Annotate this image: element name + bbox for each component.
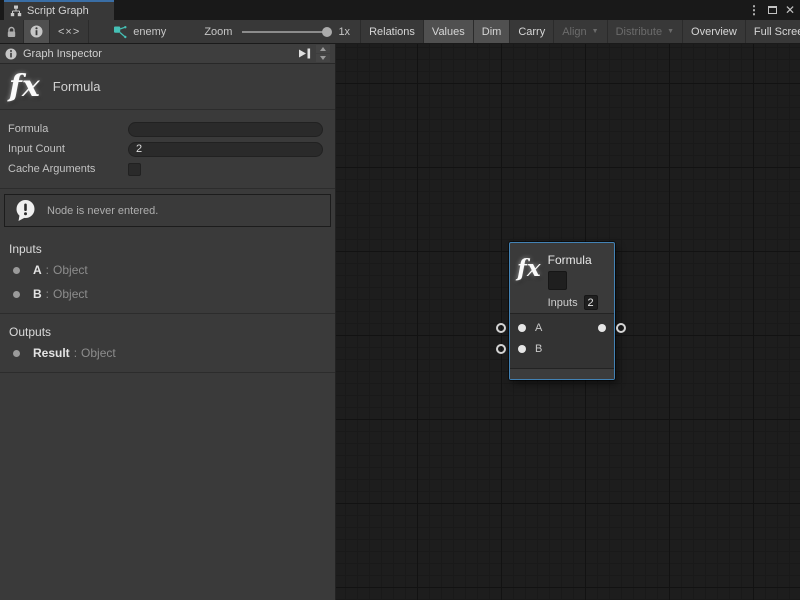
inputs-section-header: Inputs	[0, 231, 335, 258]
toolbar-buttons: Relations Values Dim Carry Align ▼ Distr…	[360, 20, 800, 43]
fx-icon: fx	[517, 257, 541, 313]
spinner-down-icon[interactable]	[316, 54, 330, 62]
input-count-row: Input Count	[8, 139, 323, 159]
unit-header: fx Formula	[0, 64, 335, 110]
close-icon[interactable]: ✕	[785, 4, 795, 16]
formula-row: Formula	[8, 119, 323, 139]
zoom-control: Zoom 1x	[204, 20, 360, 43]
section-divider	[0, 372, 335, 373]
graph-inspector-header: Graph Inspector	[0, 44, 335, 64]
cache-arguments-row: Cache Arguments	[8, 159, 323, 179]
zoom-label: Zoom	[204, 26, 232, 38]
code-view-button[interactable]: <×>	[50, 20, 89, 43]
fx-icon: fx	[9, 72, 40, 102]
zoom-slider-track	[242, 31, 330, 33]
full-screen-button[interactable]: Full Screen	[746, 20, 800, 43]
values-button[interactable]: Values	[424, 20, 474, 43]
graph-canvas[interactable]: fx Formula Inputs 2 A	[336, 44, 800, 600]
graph-inspector-panel: Graph Inspector fx Formul	[0, 44, 336, 600]
warning-bubble-icon	[14, 199, 37, 222]
cache-arguments-checkbox[interactable]	[128, 163, 141, 176]
zoom-value: 1x	[338, 26, 350, 38]
zoom-slider-handle[interactable]	[322, 27, 332, 37]
input-count-label: Input Count	[8, 143, 128, 155]
port-list-item: B : Object	[0, 282, 335, 306]
tab-script-graph[interactable]: Script Graph	[4, 0, 114, 20]
external-port-ring-result-icon[interactable]	[616, 323, 626, 333]
formula-node-ports: A B	[510, 314, 614, 368]
overview-button[interactable]: Overview	[683, 20, 746, 43]
input-port-a-icon[interactable]	[518, 324, 526, 332]
output-port-result-icon[interactable]	[598, 324, 606, 332]
input-count-input[interactable]	[128, 142, 323, 157]
unit-title: Formula	[53, 79, 101, 94]
formula-label: Formula	[8, 123, 128, 135]
graph-breadcrumb[interactable]: enemy	[103, 20, 176, 43]
lock-icon	[6, 26, 17, 38]
formula-node-header: fx Formula Inputs 2	[510, 243, 614, 314]
spinner-up-icon[interactable]	[316, 45, 330, 53]
cache-arguments-label: Cache Arguments	[8, 163, 128, 175]
info-icon	[5, 48, 17, 60]
distribute-button[interactable]: Distribute ▼	[608, 20, 683, 43]
formula-node-footer	[510, 368, 614, 379]
port-list-item: A : Object	[0, 258, 335, 282]
external-port-ring-b-icon[interactable]	[496, 344, 506, 354]
script-graph-icon	[10, 5, 22, 17]
node-inputs-count-input[interactable]: 2	[584, 295, 598, 310]
distribute-caret-icon: ▼	[667, 28, 674, 35]
input-port-b-icon[interactable]	[518, 345, 526, 353]
unity-script-graph-window: Script Graph ⋮ ✕	[0, 0, 800, 600]
lock-button[interactable]	[0, 20, 24, 43]
node-title: Formula	[548, 253, 598, 267]
dim-button[interactable]: Dim	[474, 20, 511, 43]
port-row-a: A	[510, 317, 614, 338]
port-row-b: B	[510, 338, 614, 359]
carry-button[interactable]: Carry	[510, 20, 554, 43]
title-bar: Script Graph ⋮ ✕	[0, 0, 800, 20]
graph-toolbar: <×> enemy Zoom 1x Relation	[0, 20, 800, 44]
node-inputs-label: Inputs	[548, 297, 578, 309]
port-list-item: Result : Object	[0, 341, 335, 365]
breadcrumb-label: enemy	[133, 26, 166, 38]
outputs-section-header: Outputs	[0, 314, 335, 341]
window-menu-icon[interactable]: ⋮	[748, 4, 760, 16]
code-icon: <×>	[58, 26, 80, 38]
relations-button[interactable]: Relations	[360, 20, 424, 43]
dock-panel-icon[interactable]	[297, 47, 312, 60]
node-formula-input[interactable]	[548, 271, 567, 290]
zoom-slider[interactable]	[242, 26, 330, 38]
formula-node[interactable]: fx Formula Inputs 2 A	[509, 242, 615, 380]
port-bullet-icon	[13, 291, 20, 298]
warning-box: Node is never entered.	[4, 194, 331, 227]
external-port-ring-a-icon[interactable]	[496, 323, 506, 333]
port-bullet-icon	[13, 350, 20, 357]
info-icon	[30, 25, 43, 38]
warning-text: Node is never entered.	[47, 205, 158, 217]
unit-options-form: Formula Input Count Cache Arguments	[0, 110, 335, 189]
inspector-toggle-button[interactable]	[24, 20, 50, 43]
panel-title: Graph Inspector	[23, 48, 102, 60]
formula-input[interactable]	[128, 122, 323, 137]
panel-spinner	[316, 45, 330, 62]
window-controls: ⋮ ✕	[748, 0, 795, 20]
maximize-icon[interactable]	[768, 6, 777, 14]
align-caret-icon: ▼	[592, 28, 599, 35]
port-bullet-icon	[13, 267, 20, 274]
align-button[interactable]: Align ▼	[554, 20, 607, 43]
script-graph-asset-icon	[113, 25, 127, 39]
tab-title: Script Graph	[27, 5, 89, 17]
